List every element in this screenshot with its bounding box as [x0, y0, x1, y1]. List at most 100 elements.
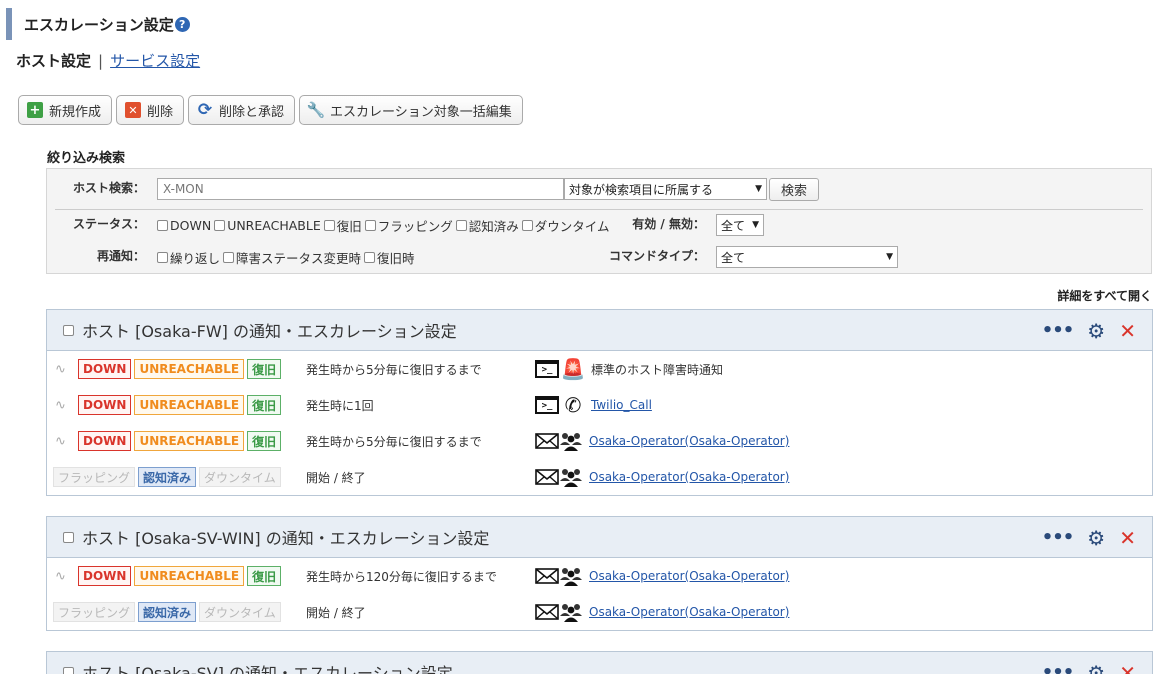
- escalation-panel: ホスト [Osaka-SV] の通知・エスカレーション設定 ••• ⚙ ✕: [46, 651, 1153, 674]
- delete-ack-button[interactable]: ⟳ 削除と承認: [188, 95, 296, 125]
- badge-unreachable: UNREACHABLE: [134, 431, 245, 451]
- more-icon[interactable]: •••: [1042, 320, 1075, 341]
- panel-header: ホスト [Osaka-FW] の通知・エスカレーション設定 ••• ⚙ ✕: [47, 310, 1152, 351]
- mail-icon: [535, 604, 559, 620]
- escalation-row: ∿ DOWN UNREACHABLE 復旧 発生時から5分毎に復旧するまで Os…: [47, 423, 1152, 459]
- notify-link[interactable]: Twilio_Call: [591, 398, 652, 412]
- badge-group: DOWN UNREACHABLE 復旧: [78, 395, 282, 415]
- badge-flapping: フラッピング: [53, 602, 136, 622]
- badge-unreachable: UNREACHABLE: [134, 566, 245, 586]
- badge-flapping: フラッピング: [53, 467, 136, 487]
- close-icon[interactable]: ✕: [1119, 526, 1136, 550]
- notify-interval: 発生時から120分毎に復旧するまで: [306, 569, 497, 584]
- pulse-icon: ∿: [55, 397, 66, 413]
- pulse-icon: ∿: [55, 433, 66, 449]
- gear-icon[interactable]: ⚙: [1087, 661, 1105, 674]
- valid-select[interactable]: 全て ▼: [716, 214, 764, 236]
- panel-checkbox[interactable]: [63, 324, 74, 336]
- checkbox-label: UNREACHABLE: [227, 218, 321, 233]
- gear-icon[interactable]: ⚙: [1087, 319, 1105, 343]
- notify-interval: 発生時に1回: [306, 398, 374, 413]
- filter-title: 絞り込み検索: [47, 151, 126, 166]
- renotify-options: 繰り返し 障害ステータス変更時 復旧時: [157, 248, 418, 267]
- checkbox-icon: [223, 252, 235, 263]
- scope-select[interactable]: 対象が検索項目に所属する ▼: [564, 178, 767, 200]
- status-checkbox-acknowledged[interactable]: 認知済み: [455, 216, 519, 235]
- panel-title: ホスト [Osaka-SV] の通知・エスカレーション設定: [82, 664, 453, 674]
- expand-all-link[interactable]: 詳細をすべて開く: [1057, 287, 1152, 304]
- badge-downtime: ダウンタイム: [199, 467, 281, 487]
- checkbox-label: フラッピング: [377, 219, 453, 234]
- close-icon[interactable]: ✕: [1119, 661, 1136, 674]
- badge-group: DOWN UNREACHABLE 復旧: [78, 359, 282, 379]
- panel-checkbox[interactable]: [63, 531, 74, 543]
- panel-checkbox[interactable]: [63, 666, 74, 674]
- host-search-input[interactable]: X-MON: [157, 178, 564, 200]
- search-button[interactable]: 検索: [769, 178, 819, 201]
- bulk-edit-button[interactable]: 🔧 エスカレーション対象一括編集: [299, 95, 523, 125]
- new-button-label: 新規作成: [49, 104, 102, 120]
- more-icon[interactable]: •••: [1042, 527, 1075, 548]
- badge-group: DOWN UNREACHABLE 復旧: [78, 431, 282, 451]
- refresh-icon: ⟳: [197, 99, 213, 120]
- checkbox-label: 復旧時: [377, 251, 415, 266]
- subnav-link-service[interactable]: サービス設定: [110, 50, 200, 71]
- escalation-row: ∿ DOWN UNREACHABLE 復旧 発生時から5分毎に復旧するまで >_…: [47, 351, 1152, 387]
- wrench-icon: 🔧: [306, 100, 326, 119]
- badge-downtime: ダウンタイム: [199, 602, 281, 622]
- notify-interval: 開始 / 終了: [306, 605, 366, 620]
- notify-link[interactable]: Osaka-Operator(Osaka-Operator): [589, 605, 789, 619]
- help-icon[interactable]: ?: [174, 16, 190, 32]
- badge-group: フラッピング 認知済み ダウンタイム: [53, 467, 281, 487]
- checkbox-label: 障害ステータス変更時: [236, 251, 362, 266]
- notify-label: 標準のホスト障害時通知: [591, 362, 724, 377]
- group-icon: [560, 568, 582, 586]
- filter-divider: [55, 209, 1143, 210]
- panel-title: ホスト [Osaka-SV-WIN] の通知・エスカレーション設定: [82, 529, 490, 548]
- checkbox-label: DOWN: [170, 218, 212, 233]
- command-type-select[interactable]: 全て ▼: [716, 246, 898, 268]
- bulk-edit-button-label: エスカレーション対象一括編集: [330, 104, 512, 120]
- status-checkbox-recovery[interactable]: 復旧: [323, 216, 362, 235]
- notify-link[interactable]: Osaka-Operator(Osaka-Operator): [589, 470, 789, 484]
- notify-interval: 発生時から5分毎に復旧するまで: [306, 434, 482, 449]
- chevron-down-icon: ▼: [755, 184, 762, 194]
- status-checkbox-flapping[interactable]: フラッピング: [364, 216, 453, 235]
- badge-recovery: 復旧: [247, 359, 282, 379]
- panel-title: ホスト [Osaka-FW] の通知・エスカレーション設定: [82, 322, 457, 341]
- filter-box: ホスト検索： X-MON 対象が検索項目に所属する ▼ 検索 ステータス： DO…: [46, 168, 1152, 274]
- badge-down: DOWN: [78, 359, 132, 379]
- delete-button[interactable]: ✕ 削除: [116, 95, 185, 125]
- escalation-row: ∿ DOWN UNREACHABLE 復旧 発生時から120分毎に復旧するまで …: [47, 558, 1152, 594]
- notify-link[interactable]: Osaka-Operator(Osaka-Operator): [589, 434, 789, 448]
- pulse-icon: ∿: [55, 568, 66, 584]
- badge-down: DOWN: [78, 566, 132, 586]
- valid-label: 有効 / 無効：: [632, 217, 705, 231]
- close-icon[interactable]: ✕: [1119, 319, 1136, 343]
- checkbox-icon: [455, 220, 467, 231]
- group-icon: [560, 469, 582, 487]
- notify-link[interactable]: Osaka-Operator(Osaka-Operator): [589, 569, 789, 583]
- more-icon[interactable]: •••: [1042, 662, 1075, 674]
- renotify-label: 再通知：: [96, 249, 145, 263]
- badge-acknowledged: 認知済み: [138, 602, 197, 622]
- gear-icon[interactable]: ⚙: [1087, 526, 1105, 550]
- new-button[interactable]: + 新規作成: [18, 95, 113, 125]
- delete-icon: ✕: [125, 102, 142, 118]
- page-title: エスカレーション設定: [24, 15, 174, 34]
- escalation-row: ∿ DOWN UNREACHABLE 復旧 発生時に1回 >_ ✆ Twilio…: [47, 387, 1152, 423]
- status-checkbox-downtime[interactable]: ダウンタイム: [521, 216, 610, 235]
- badge-recovery: 復旧: [247, 431, 282, 451]
- panel-actions: ••• ⚙ ✕: [1042, 310, 1136, 351]
- alarm-icon: 🚨: [560, 357, 586, 381]
- scope-select-value: 対象が検索項目に所属する: [569, 182, 714, 197]
- renotify-checkbox-repeat[interactable]: 繰り返し: [157, 248, 220, 267]
- renotify-checkbox-status-change[interactable]: 障害ステータス変更時: [223, 248, 361, 267]
- notify-target: Osaka-Operator(Osaka-Operator): [535, 602, 789, 622]
- status-options: DOWN UNREACHABLE 復旧 フラッピング 認知済み ダウンタイム: [157, 216, 613, 235]
- status-checkbox-unreachable[interactable]: UNREACHABLE: [214, 218, 321, 233]
- renotify-checkbox-recovery[interactable]: 復旧時: [364, 248, 415, 267]
- badge-recovery: 復旧: [247, 395, 282, 415]
- status-checkbox-down[interactable]: DOWN: [157, 218, 211, 233]
- notify-target: >_ 🚨 標準のホスト障害時通知: [535, 357, 723, 381]
